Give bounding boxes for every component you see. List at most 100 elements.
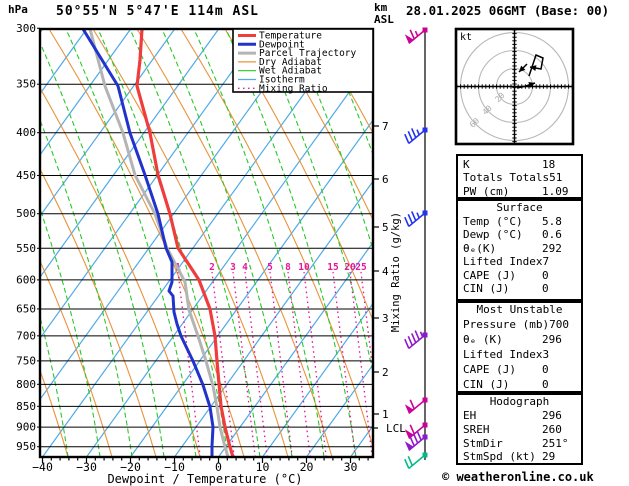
wind-barb [404,127,428,145]
stat-row: K 18 [458,158,581,171]
stat-value: 29 [542,450,556,464]
wind-barb [404,397,428,415]
stat-row: Lifted Index 3 [458,347,581,362]
stat-row: CAPE (J) 0 [458,362,581,377]
stat-row: EH 296 [458,409,581,423]
svg-text:3: 3 [230,262,236,273]
stat-value: 296 [542,333,562,346]
stat-label: Totals Totals [463,171,550,185]
stat-row: Pressure (mb) 700 [458,317,581,332]
svg-text:700: 700 [16,329,36,342]
stat-label: PW (cm) [463,184,510,198]
lcl-label: LCL [386,422,406,435]
dewpoint-curve [81,29,215,457]
svg-text:7: 7 [382,120,389,133]
svg-text:950: 950 [16,440,36,453]
stat-row: StmDir 251° [458,437,581,451]
stat-label: StmDir [463,436,503,450]
svg-text:2: 2 [209,262,215,273]
stat-label: EH [463,409,477,422]
stat-label: CIN (J) [463,378,510,391]
svg-text:800: 800 [16,378,36,391]
svg-text:500: 500 [16,207,36,220]
svg-text:10: 10 [298,262,310,273]
hodograph-stats-panel: Hodograph EH 296 SREH 260 StmDir 251° StmSpd (… [456,393,583,465]
stat-value: 3 [542,348,550,361]
stat-value: 292 [542,241,562,255]
svg-text:8: 8 [285,262,291,273]
svg-text:5: 5 [267,262,273,273]
svg-text:450: 450 [16,169,36,182]
svg-text:600: 600 [16,273,36,286]
skewt-diagram: 1 2 3 4 5 8 10 15 20 2530035040045050055060065070… [16,22,428,486]
svg-text:5: 5 [382,221,389,234]
temperature-axis: −40 −30 −20 −10 0 10 20 30Dewpoint / Temperatur… [32,457,369,486]
stat-label: Lifted Index [463,255,543,269]
svg-text:400: 400 [16,126,36,139]
stat-row: θₑ (K) 296 [458,332,581,347]
stat-value: 0 [542,282,549,296]
stat-value: 18 [542,158,556,171]
svg-text:25: 25 [355,262,367,273]
hodograph-unit-label: kt [460,32,472,43]
stat-value: 700 [549,318,569,331]
stat-row: StmSpd (kt) 29 [458,450,581,464]
svg-text:300: 300 [16,22,36,35]
wind-barb [404,210,428,228]
temperature-axis-title: Dewpoint / Temperature (°C) [107,472,302,486]
stat-label: θₑ(K) [463,241,497,255]
stat-label: Temp (°C) [463,215,523,228]
most-unstable-panel: Most Unstable Pressure (mb) 700 θₑ (K) 296 L… [456,301,583,393]
pressure-tick-labels: 300 350 400 450 500 550 600 650 700 750 800 850 900 9… [16,22,40,453]
svg-text:350: 350 [16,78,36,91]
surface-panel: Surface Temp (°C) 5.8 Dewp (°C) 0.6 θₑ(K) 292… [456,199,583,301]
svg-text:15: 15 [327,262,339,273]
stat-value: 0 [542,378,549,391]
wind-barb [404,452,428,470]
stat-value: 260 [542,422,562,436]
svg-text:4: 4 [382,265,389,278]
svg-text:850: 850 [16,400,36,413]
stat-value: 7 [542,255,550,269]
svg-text:4: 4 [242,262,248,273]
stat-row: Totals Totals 51 [458,171,581,184]
legend: TemperatureDewpointParcel TrajectoryDry … [232,28,374,94]
svg-text:6: 6 [382,173,389,186]
stat-label: StmSpd (kt) [463,450,536,464]
most-unstable-panel-title: Most Unstable [476,303,563,316]
stat-value: 0.6 [542,228,562,242]
mixing-ratio-labels: 1 2 3 4 5 8 10 15 20 25 [175,262,367,273]
stat-label: Dewp (°C) [463,228,523,242]
svg-text:1: 1 [382,408,389,421]
wind-barb [404,27,428,45]
stat-row: θₑ(K) 292 [458,242,581,255]
stat-value: 296 [542,409,562,422]
wind-barb-column [404,27,428,470]
svg-text:650: 650 [16,302,36,315]
stat-label: Lifted Index [463,348,543,361]
hodograph-stats-panel-title: Hodograph [489,395,550,408]
stat-label: SREH [463,422,490,436]
stat-value: 5.8 [542,215,562,228]
stat-value: 1.09 [542,184,569,198]
mixing-ratio-axis-title: Mixing Ratio (g/kg) [390,212,402,332]
svg-text:−40: −40 [32,460,53,474]
stat-row: CIN (J) 0 [458,377,581,392]
stat-value: 0 [542,363,549,376]
indices-panel: K 18 Totals Totals 51 PW (cm) 1.09 [456,154,583,199]
svg-text:3: 3 [382,312,389,325]
svg-text:30: 30 [344,460,358,474]
svg-text:2: 2 [382,366,389,379]
svg-text:550: 550 [16,242,36,255]
legend-label: Mixing Ratio [259,83,328,94]
svg-text:750: 750 [16,354,36,367]
stat-value: 251° [542,436,569,450]
stat-row: PW (cm) 1.09 [458,185,581,198]
stat-label: CAPE (J) [463,363,516,376]
stat-row: Dewp (°C) 0.6 [458,228,581,241]
stat-row: SREH 260 [458,423,581,437]
stat-label: CIN (J) [463,282,510,296]
surface-panel-title: Surface [496,201,543,214]
wind-barb [404,330,428,350]
stat-row: Lifted Index 7 [458,255,581,268]
